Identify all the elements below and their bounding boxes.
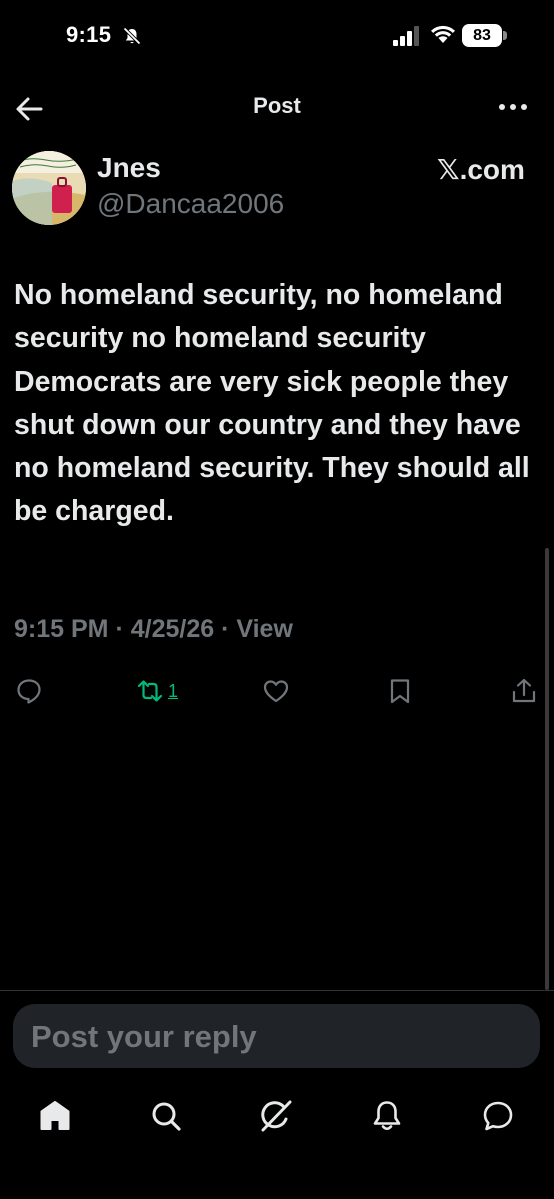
scrollbar[interactable] bbox=[545, 548, 549, 990]
reply-placeholder: Post your reply bbox=[31, 1019, 257, 1054]
battery-level: 83 bbox=[462, 24, 502, 47]
heart-icon bbox=[263, 680, 289, 703]
battery-nub bbox=[503, 31, 507, 40]
bookmark-button[interactable] bbox=[386, 677, 414, 705]
divider bbox=[0, 990, 554, 991]
battery-indicator: 83 bbox=[462, 24, 508, 47]
cellular-signal-icon bbox=[393, 26, 419, 46]
reply-button[interactable] bbox=[15, 677, 43, 705]
search-icon[interactable] bbox=[149, 1099, 183, 1133]
status-time: 9:15 bbox=[66, 22, 112, 47]
x-logo-icon: 𝕏 bbox=[437, 153, 460, 186]
meta-separator: · bbox=[221, 615, 230, 643]
notifications-icon[interactable] bbox=[370, 1099, 404, 1133]
source-suffix: .com bbox=[459, 154, 525, 185]
avatar[interactable] bbox=[12, 151, 86, 225]
repost-count: 1 bbox=[168, 680, 179, 701]
bell-muted-icon bbox=[123, 27, 141, 45]
source-label: 𝕏.com bbox=[437, 153, 525, 186]
post-text: No homeland security, no homeland securi… bbox=[14, 279, 530, 528]
page-title: Post bbox=[253, 93, 301, 118]
post-meta: 9:15 PM · 4/25/26 · View bbox=[14, 615, 293, 644]
like-button[interactable] bbox=[262, 677, 290, 705]
reply-input[interactable]: Post your reply bbox=[13, 1004, 540, 1068]
repost-button[interactable]: 1 bbox=[136, 677, 178, 705]
avatar-image bbox=[12, 151, 86, 225]
grok-icon[interactable] bbox=[259, 1099, 293, 1133]
comment-icon bbox=[17, 679, 41, 704]
messages-icon[interactable] bbox=[481, 1099, 515, 1133]
home-icon[interactable] bbox=[38, 1099, 72, 1133]
author-handle[interactable]: @Dancaa2006 bbox=[97, 188, 284, 220]
repost-icon bbox=[137, 680, 163, 702]
views-link[interactable]: View bbox=[236, 615, 293, 643]
share-icon bbox=[512, 678, 536, 703]
wifi-icon bbox=[431, 25, 455, 43]
author-display-name[interactable]: Jnes bbox=[97, 152, 161, 184]
share-button[interactable] bbox=[510, 677, 538, 705]
meta-separator: · bbox=[115, 615, 124, 643]
post-time: 9:15 PM bbox=[14, 615, 109, 643]
post-date: 4/25/26 bbox=[130, 615, 215, 643]
bookmark-icon bbox=[390, 679, 410, 704]
more-options-icon[interactable] bbox=[497, 99, 529, 115]
